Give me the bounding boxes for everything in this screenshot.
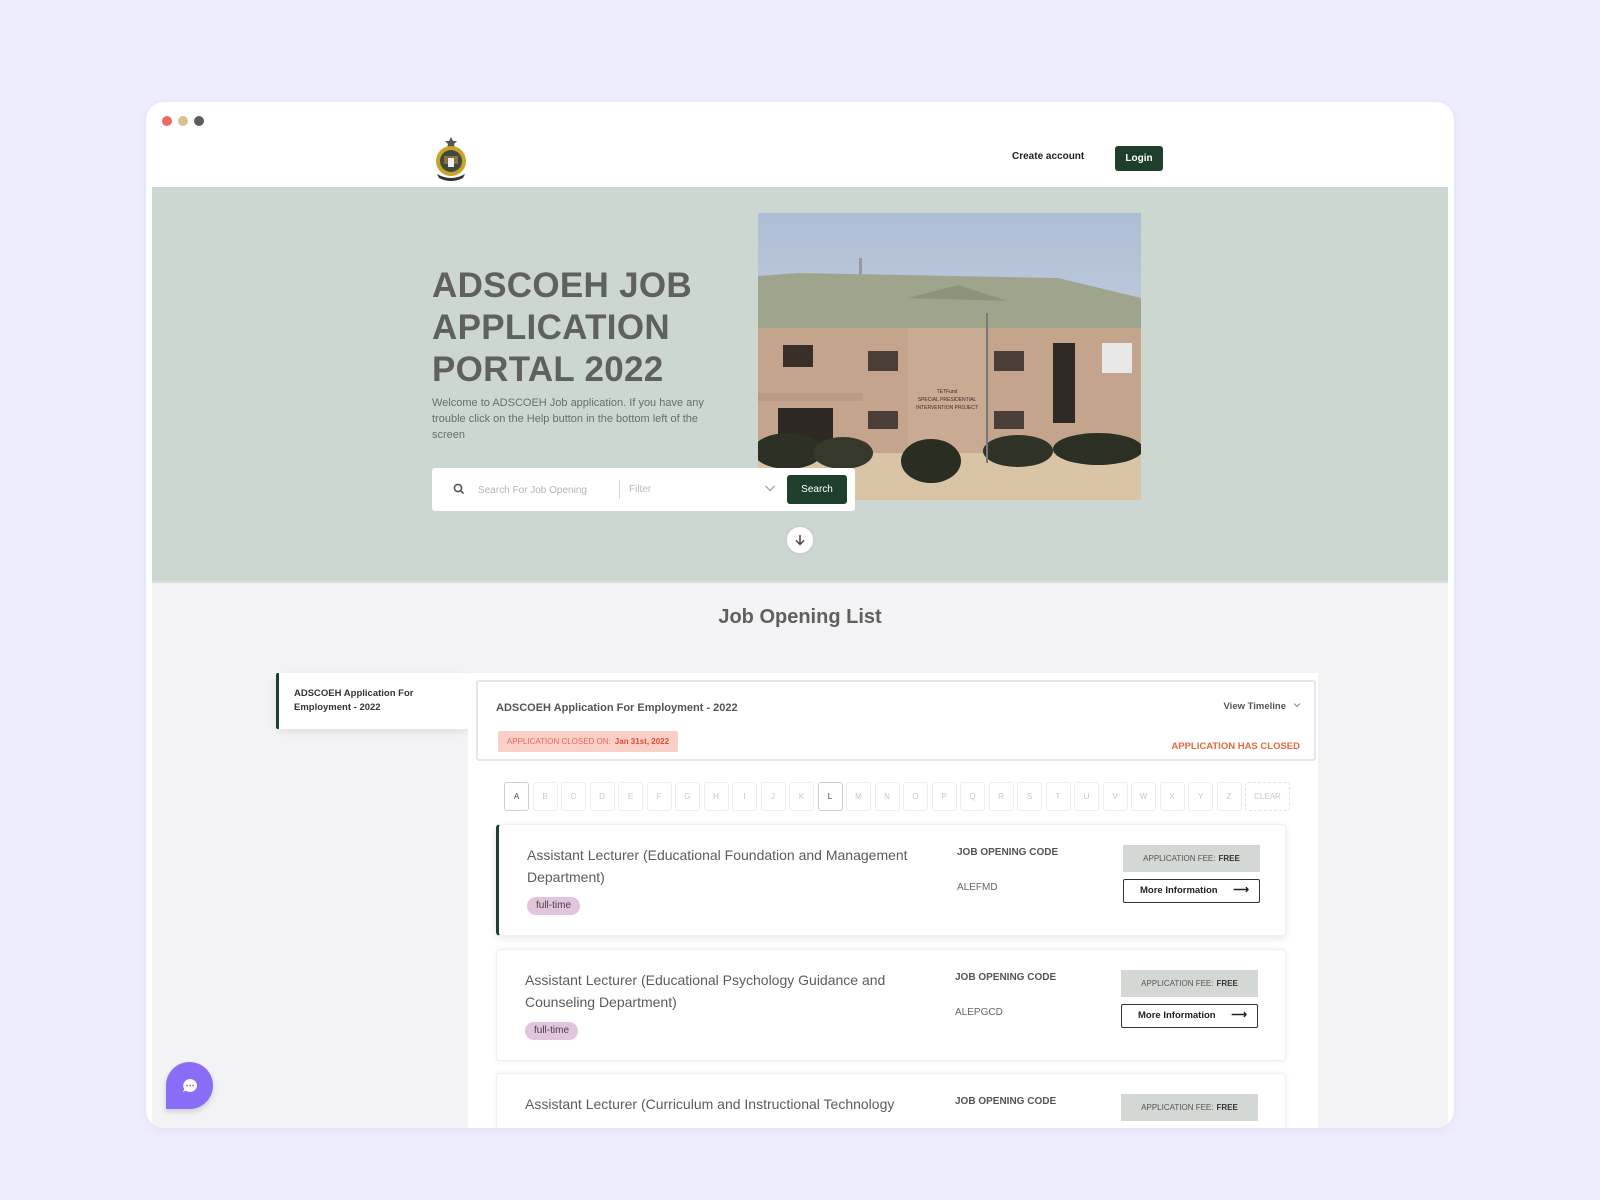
fee-value: FREE	[1216, 1103, 1238, 1112]
close-window-button[interactable]	[162, 116, 172, 126]
login-button[interactable]: Login	[1115, 146, 1163, 171]
job-card[interactable]: Assistant Lecturer (Educational Foundati…	[496, 824, 1286, 936]
search-button[interactable]: Search	[787, 475, 847, 504]
alphabet-letter-a[interactable]: A	[504, 782, 529, 811]
arrow-right-icon: ⟶	[1231, 1009, 1247, 1021]
more-information-button[interactable]: More Information ⟶	[1121, 1004, 1258, 1028]
chat-bubble-icon	[182, 1078, 197, 1092]
alphabet-letter-k[interactable]: K	[789, 782, 814, 811]
alphabet-letter-d[interactable]: D	[589, 782, 615, 811]
alphabet-letter-u[interactable]: U	[1074, 782, 1099, 811]
job-code-label: JOB OPENING CODE	[955, 1096, 1057, 1107]
fee-value: FREE	[1218, 854, 1240, 863]
closed-date-badge: APPLICATION CLOSED ON: Jan 31st, 2022	[498, 731, 678, 752]
job-list-panel: ADSCOEH Application For Employment - 202…	[468, 673, 1318, 1128]
alphabet-letter-m[interactable]: M	[846, 782, 871, 811]
page-title: ADSCOEH JOB APPLICATION PORTAL 2022	[432, 266, 693, 389]
campaign-title: ADSCOEH Application For Employment - 202…	[496, 702, 738, 714]
alphabet-letter-e[interactable]: E	[618, 782, 643, 811]
alphabet-letter-s[interactable]: S	[1017, 782, 1042, 811]
scroll-down-button[interactable]	[785, 525, 815, 555]
search-divider	[619, 480, 620, 499]
alphabet-letter-o[interactable]: O	[903, 782, 928, 811]
job-search-bar: Filter Search	[432, 468, 855, 511]
alphabet-clear-button[interactable]: CLEAR	[1245, 782, 1290, 811]
status-badge: APPLICATION HAS CLOSED	[1171, 741, 1300, 752]
alphabet-letter-f[interactable]: F	[646, 782, 672, 811]
fee-label: APPLICATION FEE:	[1141, 1103, 1214, 1112]
sign-line-3: INTERVENTION PROJECT	[916, 405, 978, 411]
alphabet-letter-q[interactable]: Q	[960, 782, 985, 811]
alphabet-letter-i[interactable]: I	[732, 782, 757, 811]
search-icon	[453, 483, 464, 494]
job-code-label: JOB OPENING CODE	[955, 972, 1057, 983]
chevron-down-icon[interactable]	[764, 482, 776, 494]
job-code-value: ALEPGCD	[955, 1007, 1003, 1018]
alphabet-letter-v[interactable]: V	[1102, 782, 1128, 811]
arrow-down-icon	[795, 535, 805, 546]
fee-label: APPLICATION FEE:	[1143, 854, 1216, 863]
page-viewport: Create account Login ADSCOEH JOB APPLICA…	[152, 132, 1448, 1128]
alphabet-letter-y[interactable]: Y	[1188, 782, 1213, 811]
campaign-header: ADSCOEH Application For Employment - 202…	[476, 680, 1316, 761]
alphabet-letter-l[interactable]: L	[817, 782, 843, 811]
create-account-link[interactable]: Create account	[1012, 151, 1084, 162]
alphabet-letter-h[interactable]: H	[703, 782, 729, 811]
job-title: Assistant Lecturer (Educational Psycholo…	[525, 972, 886, 1010]
more-information-label: More Information	[1140, 885, 1218, 896]
job-card[interactable]: Assistant Lecturer (Curriculum and Instr…	[496, 1073, 1286, 1128]
fee-value: FREE	[1216, 979, 1238, 988]
alphabet-letter-r[interactable]: R	[988, 782, 1014, 811]
more-information-button[interactable]: More Information ⟶	[1123, 879, 1260, 903]
filter-dropdown[interactable]: Filter	[629, 480, 774, 500]
alphabet-filter: A B C D E F G H I J K L M N O P Q R S T U V W X Y Z CLEAR	[504, 782, 1290, 811]
job-card[interactable]: Assistant Lecturer (Educational Psycholo…	[496, 949, 1286, 1061]
section-title: Job Opening List	[718, 606, 882, 628]
window-controls	[162, 116, 204, 126]
more-information-label: More Information	[1138, 1010, 1216, 1021]
fee-label: APPLICATION FEE:	[1141, 979, 1214, 988]
application-fee-badge: APPLICATION FEE: FREE	[1123, 845, 1260, 872]
arrow-right-icon: ⟶	[1233, 884, 1249, 896]
sign-line-1: TETFund	[937, 389, 958, 395]
help-chat-button[interactable]	[166, 1062, 213, 1109]
closed-on-label: APPLICATION CLOSED ON:	[506, 737, 611, 746]
alphabet-letter-z[interactable]: Z	[1216, 782, 1242, 811]
alphabet-letter-w[interactable]: W	[1131, 782, 1156, 811]
chevron-down-icon[interactable]	[1292, 700, 1302, 710]
hero-section: ADSCOEH JOB APPLICATION PORTAL 2022 Welc…	[152, 187, 1448, 583]
job-code-value: ALEFMD	[957, 882, 998, 893]
alphabet-letter-x[interactable]: X	[1159, 782, 1185, 811]
alphabet-letter-n[interactable]: N	[874, 782, 900, 811]
alphabet-letter-c[interactable]: C	[561, 782, 586, 811]
alphabet-letter-b[interactable]: B	[532, 782, 558, 811]
minimize-window-button[interactable]	[178, 116, 188, 126]
top-navigation: Create account Login	[152, 132, 1448, 187]
job-code-label: JOB OPENING CODE	[957, 847, 1059, 858]
hero-description: Welcome to ADSCOEH Job application. If y…	[432, 397, 704, 441]
view-timeline-button[interactable]: View Timeline	[1224, 701, 1286, 712]
job-type-tag: full-time	[525, 1022, 579, 1040]
application-fee-badge: APPLICATION FEE: FREE	[1121, 970, 1258, 997]
alphabet-letter-t[interactable]: T	[1045, 782, 1071, 811]
alphabet-letter-p[interactable]: P	[931, 782, 957, 811]
closed-on-date: Jan 31st, 2022	[614, 737, 670, 746]
sign-line-2: SPECIAL PRESIDENTIAL	[918, 397, 977, 403]
college-building-photo: TETFund SPECIAL PRESIDENTIAL INTERVENTIO…	[758, 213, 1141, 500]
job-type-tag: full-time	[527, 897, 581, 915]
alphabet-letter-j[interactable]: J	[760, 782, 786, 811]
maximize-window-button[interactable]	[194, 116, 204, 126]
browser-window: Create account Login ADSCOEH JOB APPLICA…	[146, 102, 1454, 1128]
sidebar-item-label: ADSCOEH Application For Employment - 202…	[294, 688, 414, 713]
alphabet-letter-g[interactable]: G	[675, 782, 700, 811]
sidebar-item-campaign[interactable]: ADSCOEH Application For Employment - 202…	[276, 673, 468, 729]
application-fee-badge: APPLICATION FEE: FREE	[1121, 1094, 1258, 1121]
job-title: Assistant Lecturer (Educational Foundati…	[527, 847, 908, 885]
college-crest-logo[interactable]	[432, 136, 470, 182]
job-search-input[interactable]	[478, 480, 608, 500]
job-title: Assistant Lecturer (Curriculum and Instr…	[525, 1096, 895, 1112]
